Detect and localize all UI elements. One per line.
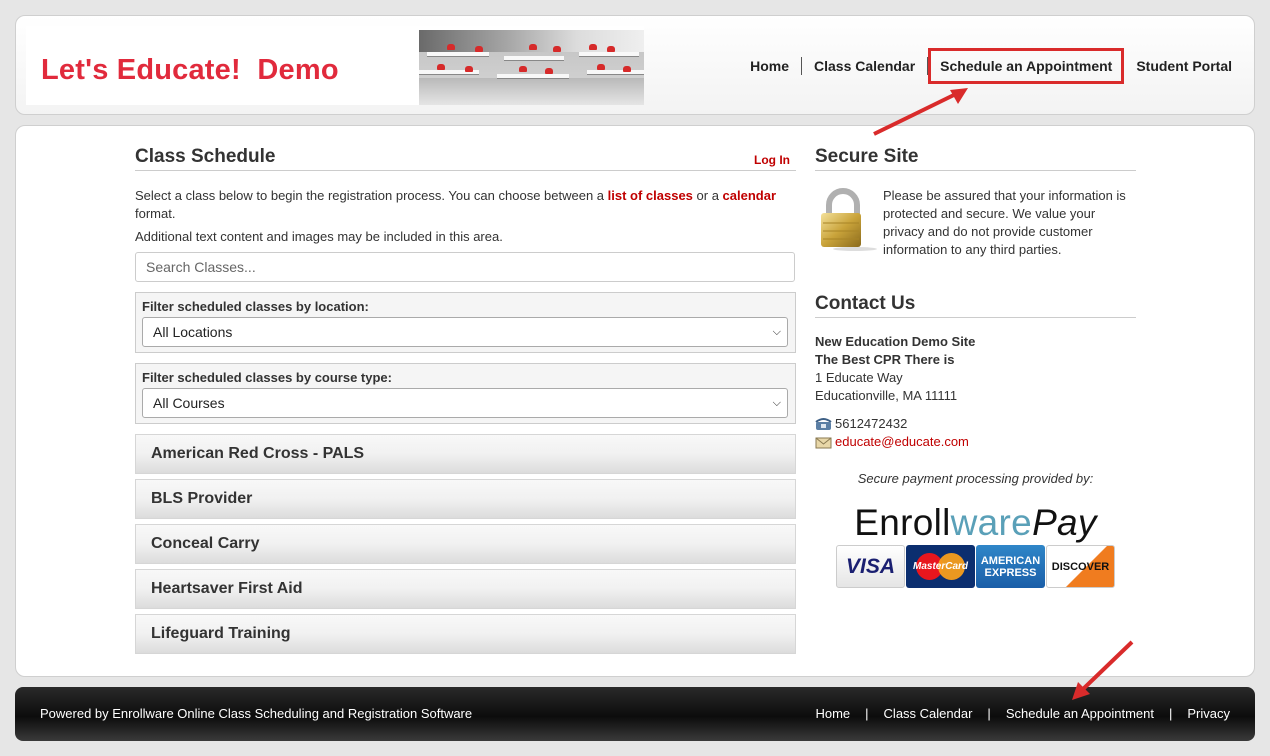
location-filter-select[interactable]: All Locations ⌵ [142, 317, 788, 347]
contact-details: New Education Demo Site The Best CPR The… [815, 333, 1136, 451]
main-content: Class Schedule Log In Select a class bel… [15, 125, 1255, 677]
phone-icon [815, 417, 832, 431]
discover-card-logo: DISCOVER [1046, 545, 1115, 588]
class-schedule-panel: Class Schedule Log In Select a class bel… [135, 146, 796, 654]
org-tagline: The Best CPR There is [815, 352, 955, 367]
intro-text-part: or a [692, 188, 723, 203]
location-filter-value: All Locations [153, 324, 233, 340]
course-item[interactable]: American Red Cross - PALS [135, 434, 796, 474]
classroom-photo [419, 30, 644, 105]
amex-text: AMERICAN [980, 554, 1041, 567]
padlock-icon [815, 187, 883, 252]
additional-text: Additional text content and images may b… [135, 229, 503, 244]
footer-link-class-calendar[interactable]: Class Calendar [884, 706, 973, 721]
course-item[interactable]: Conceal Carry [135, 524, 796, 564]
calendar-link[interactable]: calendar [723, 188, 776, 203]
site-header: Let's Educate! Demo Home Class Calendar … [15, 15, 1255, 115]
intro-text-part: format. [135, 206, 176, 221]
course-filter-value: All Courses [153, 395, 225, 411]
logo-part: Pay [1032, 502, 1097, 543]
secure-site-title: Secure Site [815, 146, 1136, 171]
logo-part: ware [950, 502, 1033, 543]
email-link[interactable]: educate@educate.com [835, 433, 969, 451]
amex-text: EXPRESS [984, 566, 1037, 579]
sidebar: Secure Site Please be assured that your … [815, 146, 1136, 588]
phone-number: 5612472432 [835, 416, 908, 431]
list-of-classes-link[interactable]: list of classes [608, 188, 693, 203]
annotation-arrow-icon [873, 88, 968, 136]
class-schedule-title: Class Schedule [135, 146, 276, 167]
footer-navigation: Home | Class Calendar | Schedule an Appo… [815, 706, 1230, 721]
intro-text-part: Select a class below to begin the regist… [135, 188, 608, 203]
phone-line: 5612472432 [815, 415, 1136, 433]
location-filter-label: Filter scheduled classes by location: [142, 299, 369, 314]
location-filter-box: Filter scheduled classes by location: Al… [135, 292, 796, 353]
login-link[interactable]: Log In [754, 153, 790, 167]
footer-separator: | [987, 706, 991, 721]
site-logo-text: Let's Educate! Demo [41, 54, 339, 86]
chevron-down-icon: ⌵ [772, 325, 781, 338]
mastercard-text: MasterCard [912, 561, 969, 572]
footer-link-schedule-appointment[interactable]: Schedule an Appointment [1006, 706, 1154, 721]
course-item[interactable]: Heartsaver First Aid [135, 569, 796, 609]
logo-part: Enroll [854, 502, 951, 543]
nav-schedule-appointment[interactable]: Schedule an Appointment [928, 48, 1125, 84]
course-item[interactable]: Lifeguard Training [135, 614, 796, 654]
course-filter-select[interactable]: All Courses ⌵ [142, 388, 788, 418]
footer-link-home[interactable]: Home [815, 706, 850, 721]
footer-link-privacy[interactable]: Privacy [1187, 706, 1230, 721]
class-schedule-heading: Class Schedule Log In [135, 146, 796, 171]
payment-cards: VISA MasterCard AMERICAN EXPRESS DISCOVER [815, 545, 1136, 588]
enrollware-pay-logo: EnrollwarePay [815, 503, 1136, 543]
visa-text: VISA [845, 554, 895, 578]
site-banner[interactable]: Let's Educate! Demo [26, 26, 644, 105]
nav-home[interactable]: Home [738, 56, 801, 76]
nav-class-calendar[interactable]: Class Calendar [802, 56, 927, 76]
secure-site-text: Please be assured that your information … [883, 188, 1126, 257]
course-filter-label: Filter scheduled classes by course type: [142, 370, 392, 385]
top-navigation: Home Class Calendar Schedule an Appointm… [738, 48, 1244, 84]
course-item[interactable]: BLS Provider [135, 479, 796, 519]
address-line-2: Educationville, MA 11111 [815, 388, 958, 403]
amex-card-logo: AMERICAN EXPRESS [976, 545, 1045, 588]
nav-student-portal[interactable]: Student Portal [1124, 56, 1244, 76]
contact-us-title: Contact Us [815, 293, 1136, 318]
email-line: educate@educate.com [815, 433, 1136, 451]
address-line-1: 1 Educate Way [815, 370, 903, 385]
annotation-arrow-icon [1072, 640, 1134, 700]
course-filter-box: Filter scheduled classes by course type:… [135, 363, 796, 424]
visa-card-logo: VISA [836, 545, 905, 588]
envelope-icon [815, 435, 832, 449]
intro-text: Select a class below to begin the regist… [135, 187, 796, 223]
secure-site-block: Please be assured that your information … [815, 187, 1136, 259]
payment-note: Secure payment processing provided by: [857, 471, 1094, 486]
powered-by-text: Powered by Enrollware Online Class Sched… [40, 706, 473, 721]
org-name: New Education Demo Site [815, 334, 976, 349]
footer-separator: | [865, 706, 869, 721]
footer-separator: | [1168, 706, 1173, 721]
mastercard-logo: MasterCard [906, 545, 975, 588]
search-classes-input[interactable] [135, 252, 795, 282]
chevron-down-icon: ⌵ [772, 396, 781, 409]
discover-text: DISCOVER [1051, 560, 1110, 573]
